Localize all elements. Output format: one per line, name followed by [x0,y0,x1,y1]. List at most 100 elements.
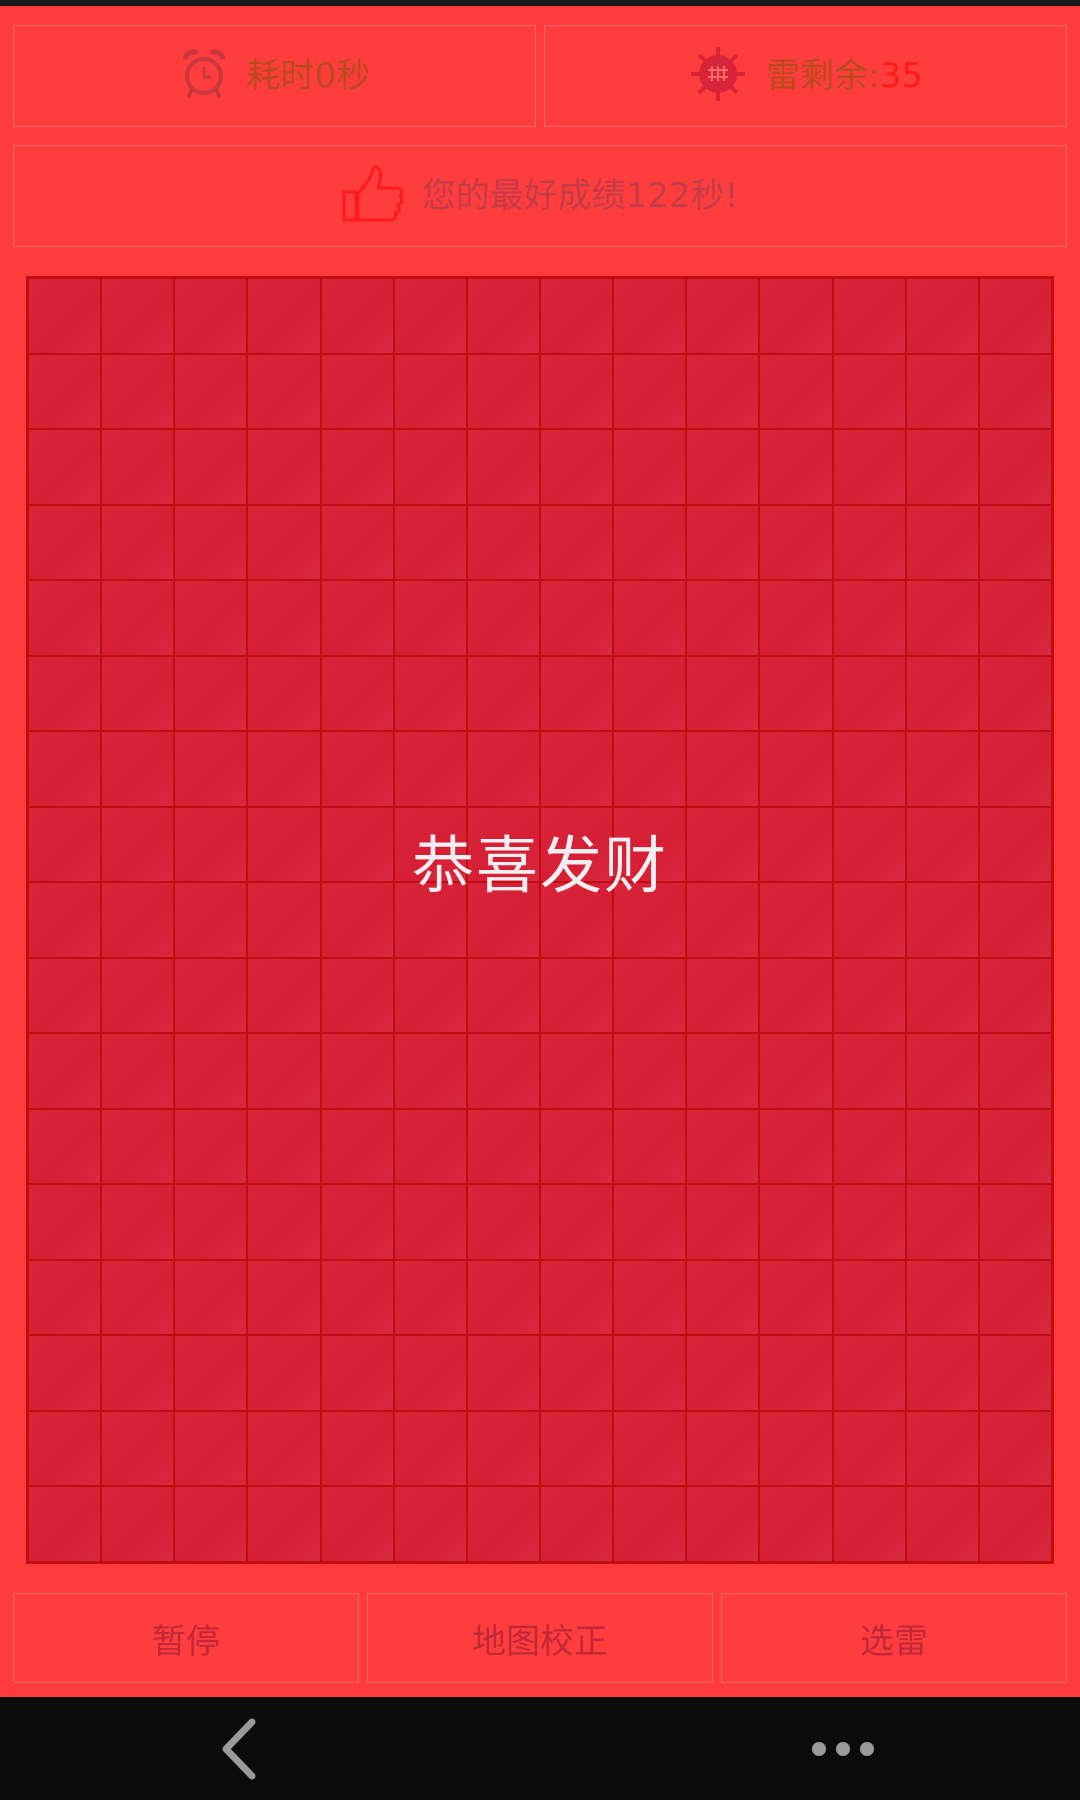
board-cell[interactable] [760,807,832,882]
board-cell[interactable] [906,1487,978,1561]
board-cell[interactable] [248,732,320,806]
board-cell[interactable] [979,1487,1051,1561]
board-cell[interactable] [614,1109,686,1184]
board-cell[interactable] [687,807,759,882]
board-cell[interactable] [979,1336,1051,1410]
board-cell[interactable] [29,354,101,429]
board-cell[interactable] [102,1109,174,1184]
board-cell[interactable] [248,656,320,731]
board-cell[interactable] [541,279,613,353]
select-mine-button[interactable]: 选雷 [721,1593,1067,1683]
board-cell[interactable] [102,1411,174,1486]
board-cell[interactable] [467,354,539,429]
board-cell[interactable] [760,1487,832,1561]
board-cell[interactable] [906,1185,978,1259]
board-cell[interactable] [906,1034,978,1108]
board-cell[interactable] [175,505,247,580]
board-cell[interactable] [541,505,613,580]
board-cell[interactable] [760,1336,832,1410]
board-cell[interactable] [248,883,320,957]
pause-button[interactable]: 暂停 [13,1593,359,1683]
board-cell[interactable] [467,581,539,655]
board-cell[interactable] [248,1487,320,1561]
board-cell[interactable] [102,1487,174,1561]
board-cell[interactable] [102,807,174,882]
board-cell[interactable] [541,1487,613,1561]
board-cell[interactable] [102,1185,174,1259]
board-cell[interactable] [248,1034,320,1108]
board-cell[interactable] [760,279,832,353]
board-cell[interactable] [687,430,759,504]
board-cell[interactable] [102,354,174,429]
board-cell[interactable] [394,732,466,806]
board-cell[interactable] [394,581,466,655]
board-cell[interactable] [175,1411,247,1486]
board-cell[interactable] [979,1109,1051,1184]
board-cell[interactable] [248,279,320,353]
board-cell[interactable] [979,279,1051,353]
board-cell[interactable] [175,1260,247,1335]
board-cell[interactable] [175,581,247,655]
board-cell[interactable] [614,732,686,806]
board-cell[interactable] [614,1487,686,1561]
board-cell[interactable] [687,505,759,580]
board-cell[interactable] [102,581,174,655]
map-correction-button[interactable]: 地图校正 [367,1593,713,1683]
board-cell[interactable] [175,430,247,504]
board-cell[interactable] [833,1109,905,1184]
board-cell[interactable] [541,430,613,504]
board-cell[interactable] [467,1411,539,1486]
board-cell[interactable] [687,883,759,957]
board-cell[interactable] [833,1034,905,1108]
board-cell[interactable] [979,1034,1051,1108]
board-cell[interactable] [102,1336,174,1410]
board-cell[interactable] [614,1185,686,1259]
board-cell[interactable] [979,807,1051,882]
board-cell[interactable] [979,505,1051,580]
board-cell[interactable] [906,732,978,806]
board-cell[interactable] [175,279,247,353]
board-cell[interactable] [467,1185,539,1259]
board-cell[interactable] [394,1185,466,1259]
board-cell[interactable] [614,1336,686,1410]
board-cell[interactable] [760,430,832,504]
board-cell[interactable] [614,581,686,655]
board-cell[interactable] [321,1185,393,1259]
board-cell[interactable] [541,656,613,731]
board-cell[interactable] [467,1487,539,1561]
board-cell[interactable] [321,581,393,655]
board-cell[interactable] [906,883,978,957]
board-cell[interactable] [321,354,393,429]
board-cell[interactable] [175,883,247,957]
board-cell[interactable] [687,958,759,1033]
board-cell[interactable] [833,581,905,655]
board-cell[interactable] [102,883,174,957]
board-cell[interactable] [833,505,905,580]
board-cell[interactable] [394,430,466,504]
board-cell[interactable] [687,279,759,353]
board-cell[interactable] [614,807,686,882]
board-cell[interactable] [614,656,686,731]
board-cell[interactable] [394,1487,466,1561]
board-cell[interactable] [906,1411,978,1486]
board-cell[interactable] [321,732,393,806]
board-cell[interactable] [467,279,539,353]
board-cell[interactable] [467,807,539,882]
board-cell[interactable] [394,1109,466,1184]
board-cell[interactable] [321,1034,393,1108]
board-cell[interactable] [614,505,686,580]
board-cell[interactable] [175,1185,247,1259]
board-cell[interactable] [29,1185,101,1259]
board-cell[interactable] [541,354,613,429]
board-cell[interactable] [906,505,978,580]
board-cell[interactable] [906,279,978,353]
board-cell[interactable] [175,1109,247,1184]
board-cell[interactable] [760,732,832,806]
board-cell[interactable] [906,656,978,731]
board-cell[interactable] [541,883,613,957]
board-cell[interactable] [687,581,759,655]
board-cell[interactable] [29,1336,101,1410]
board-cell[interactable] [833,656,905,731]
board-cell[interactable] [541,1336,613,1410]
board-cell[interactable] [321,656,393,731]
